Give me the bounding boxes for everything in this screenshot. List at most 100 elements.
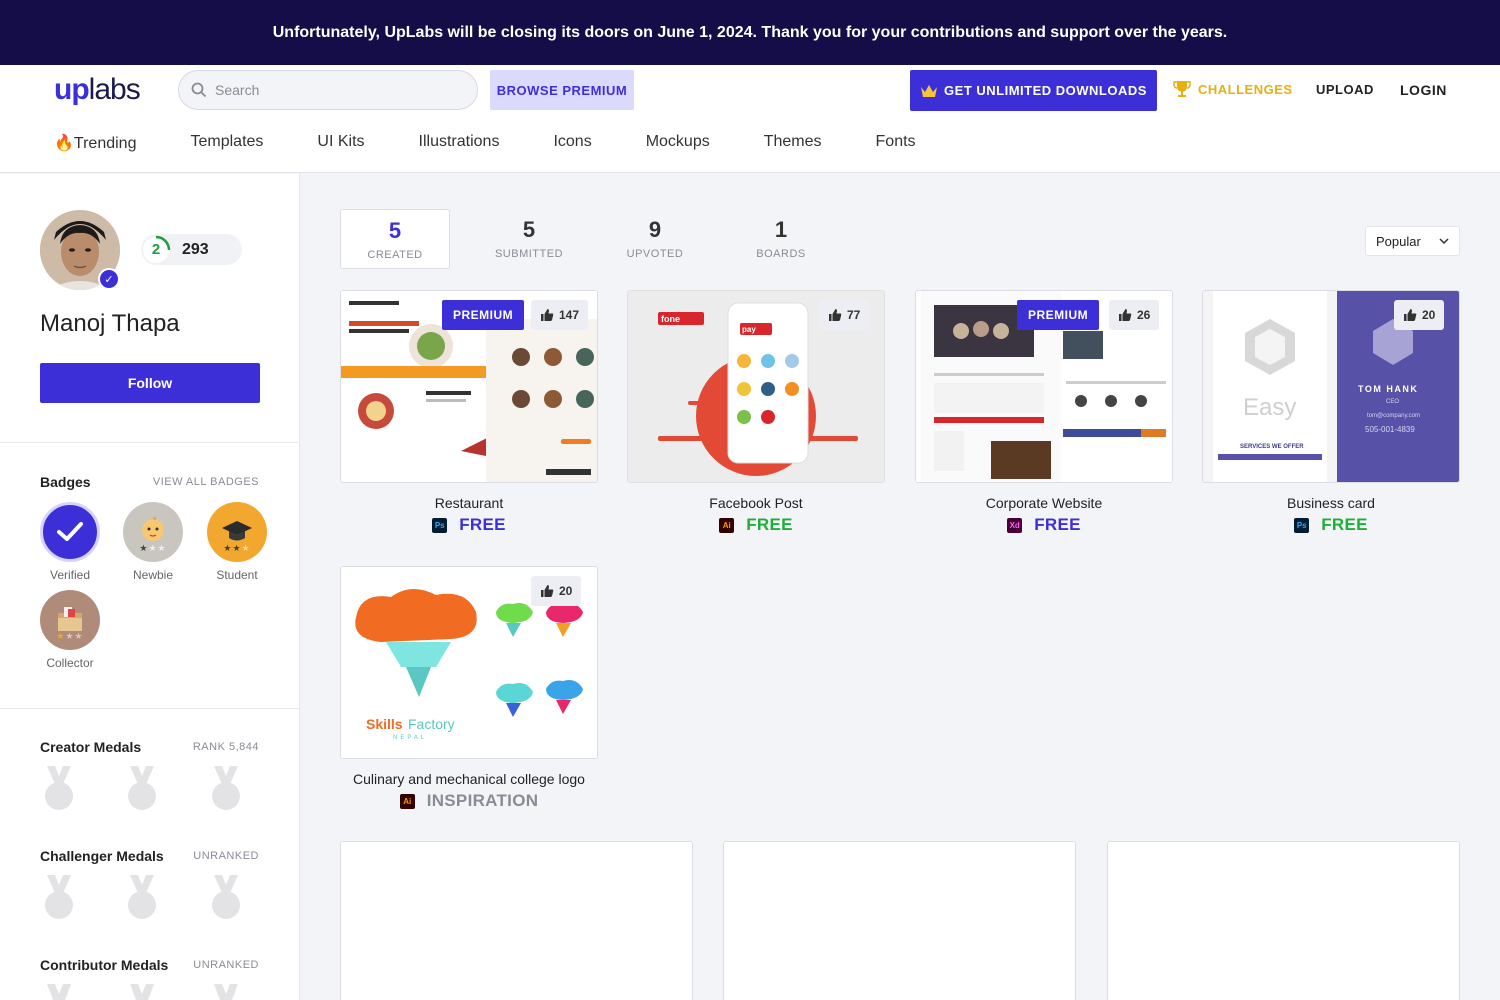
card-thumbnail[interactable]: PREMIUM 26 xyxy=(915,290,1173,483)
chevron-down-icon xyxy=(1439,238,1449,244)
search-input[interactable] xyxy=(215,82,455,98)
price-label: FREE xyxy=(1321,515,1368,534)
nav-mockups[interactable]: Mockups xyxy=(646,133,710,153)
price-label: FREE xyxy=(459,515,506,534)
loading-card-placeholder xyxy=(1107,841,1460,1000)
category-nav: 🔥Trending Templates UI Kits Illustration… xyxy=(54,133,970,153)
medal-icon xyxy=(130,984,154,1000)
design-card[interactable]: fone pay 77 Facebook Post Ai FREE xyxy=(627,290,885,535)
badge-label: Collector xyxy=(46,656,94,670)
card-title[interactable]: Business card xyxy=(1202,495,1460,511)
profile-stats-tabs: 5 CREATED 5 SUBMITTED 9 UPVOTED 1 BOARDS xyxy=(340,209,844,269)
tab-created[interactable]: 5 CREATED xyxy=(340,209,450,269)
divider xyxy=(0,442,300,443)
medal-icon xyxy=(214,984,238,1000)
nav-themes[interactable]: Themes xyxy=(764,133,822,153)
nav-ui-kits[interactable]: UI Kits xyxy=(317,133,364,153)
card-title[interactable]: Corporate Website xyxy=(915,495,1173,511)
browse-premium-button[interactable]: BROWSE PREMIUM xyxy=(490,70,634,110)
nav-fonts[interactable]: Fonts xyxy=(876,133,916,153)
stat-number: 9 xyxy=(648,217,662,242)
tab-submitted[interactable]: 5 SUBMITTED xyxy=(466,209,592,269)
challenges-label: CHALLENGES xyxy=(1198,81,1293,97)
follow-button[interactable]: Follow xyxy=(40,363,260,403)
stat-number: 1 xyxy=(774,217,788,242)
card-title[interactable]: Restaurant xyxy=(340,495,598,511)
contributor-rank: UNRANKED xyxy=(193,959,259,971)
search-bar[interactable] xyxy=(178,70,478,110)
skills-text: Skills xyxy=(366,716,403,732)
trophy-icon xyxy=(1173,81,1191,97)
likes-badge[interactable]: 20 xyxy=(531,576,582,606)
sort-selected-label: Popular xyxy=(1376,233,1421,249)
contributor-medals-title: Contributor Medals xyxy=(40,957,169,973)
user-name: Manoj Thapa xyxy=(40,310,180,337)
thumbs-up-icon xyxy=(1404,309,1417,321)
view-all-badges-link[interactable]: VIEW ALL BADGES xyxy=(153,476,259,488)
price-label: FREE xyxy=(746,515,793,534)
design-card[interactable]: Skills Factory NEPAL 20 Culinary and mec… xyxy=(340,566,598,811)
likes-badge[interactable]: 20 xyxy=(1394,300,1445,330)
badge-label: Student xyxy=(216,568,258,582)
badge-newbie[interactable]: ★★★ Newbie xyxy=(123,502,183,582)
design-card[interactable]: PREMIUM 26 Corporate Website Xd FREE xyxy=(915,290,1173,535)
card-thumbnail[interactable]: Easy SERVICES WE OFFER TOM HANK CEO tom@… xyxy=(1202,290,1460,483)
likes-badge[interactable]: 26 xyxy=(1109,300,1160,330)
thumbs-up-icon xyxy=(541,309,554,321)
easy-logo-text: Easy xyxy=(1243,394,1296,421)
thumbs-up-icon xyxy=(829,309,842,321)
nav-illustrations[interactable]: Illustrations xyxy=(419,133,500,153)
sort-select[interactable]: Popular xyxy=(1365,226,1460,256)
stat-label: UPVOTED xyxy=(626,248,684,260)
email-text: tom@company.com xyxy=(1367,413,1420,419)
level-points-pill: 2 293 xyxy=(141,234,242,265)
challenger-medals-title: Challenger Medals xyxy=(40,848,164,864)
nav-trending[interactable]: 🔥Trending xyxy=(54,133,136,153)
medal-icon xyxy=(212,875,240,919)
thumbs-up-icon xyxy=(1119,309,1132,321)
get-unlimited-downloads-button[interactable]: GET UNLIMITED DOWNLOADS xyxy=(910,70,1157,111)
loading-card-placeholder xyxy=(340,841,693,1000)
creator-rank: RANK 5,844 xyxy=(192,741,259,753)
premium-badge: PREMIUM xyxy=(1017,300,1100,330)
likes-count: 147 xyxy=(559,308,580,322)
design-card[interactable]: PREMIUM 147 Restaurant Ps FREE xyxy=(340,290,598,535)
uplabs-logo[interactable]: up labs xyxy=(54,73,141,107)
badge-collector[interactable]: ★★★ Collector xyxy=(40,590,100,670)
likes-badge[interactable]: 77 xyxy=(819,300,870,330)
card-thumbnail[interactable]: fone pay 77 xyxy=(627,290,885,483)
fire-icon: 🔥 xyxy=(54,135,74,152)
logo-up-text: up xyxy=(54,73,90,106)
nav-trending-label: Trending xyxy=(73,135,137,152)
medal-icon xyxy=(47,984,71,1000)
loading-card-placeholder xyxy=(723,841,1076,1000)
challenger-rank: UNRANKED xyxy=(193,850,259,862)
badge-label: Newbie xyxy=(132,568,174,582)
badge-student[interactable]: ★★★ Student xyxy=(207,502,267,582)
card-thumbnail[interactable]: Skills Factory NEPAL 20 xyxy=(340,566,598,759)
tab-upvoted[interactable]: 9 UPVOTED xyxy=(592,209,718,269)
card-title[interactable]: Facebook Post xyxy=(627,495,885,511)
design-card[interactable]: Easy SERVICES WE OFFER TOM HANK CEO tom@… xyxy=(1202,290,1460,535)
likes-count: 26 xyxy=(1137,308,1151,322)
fonepay-logo-text: fone xyxy=(661,314,680,324)
medal-icon xyxy=(212,766,240,810)
challenges-link[interactable]: CHALLENGES xyxy=(1172,77,1293,101)
xd-icon: Xd xyxy=(1007,517,1023,533)
card-title[interactable]: Culinary and mechanical college logo xyxy=(340,771,598,787)
login-link[interactable]: LOGIN xyxy=(1400,82,1447,98)
illustrator-icon: Ai xyxy=(399,793,415,809)
likes-badge[interactable]: 147 xyxy=(531,300,589,330)
nav-icons[interactable]: Icons xyxy=(553,133,591,153)
profile-sidebar: ✓ 2 293 Manoj Thapa Follow Badges VIEW A… xyxy=(0,174,300,1000)
badge-verified[interactable]: Verified xyxy=(40,502,100,582)
checkmark-icon xyxy=(57,522,83,541)
premium-badge: PREMIUM xyxy=(442,300,525,330)
tab-boards[interactable]: 1 BOARDS xyxy=(718,209,844,269)
card-thumbnail[interactable]: PREMIUM 147 xyxy=(340,290,598,483)
logo-labs-text: labs xyxy=(88,73,141,106)
points-value: 293 xyxy=(182,240,209,258)
nav-templates[interactable]: Templates xyxy=(190,133,263,153)
upload-link[interactable]: UPLOAD xyxy=(1316,82,1374,97)
likes-count: 77 xyxy=(847,308,861,322)
